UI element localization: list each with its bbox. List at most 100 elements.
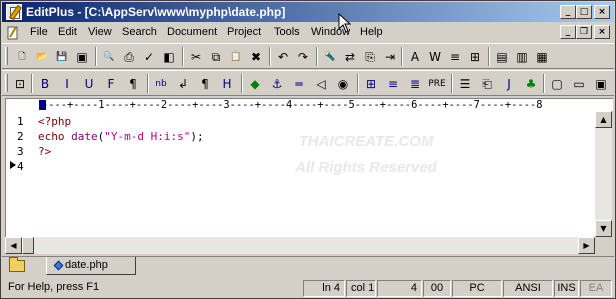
- javascript-icon[interactable]: J: [500, 75, 518, 93]
- horizontal-scrollbar[interactable]: ◀ ▶: [5, 237, 595, 254]
- scroll-up-button[interactable]: ▲: [595, 111, 612, 128]
- browser-view-icon[interactable]: ◧: [160, 48, 178, 66]
- input-icon[interactable]: ▭: [570, 75, 588, 93]
- mdi-minimize-button[interactable]: _: [560, 25, 576, 39]
- menu-help[interactable]: Help: [360, 26, 383, 38]
- scroll-down-button[interactable]: ▼: [595, 220, 612, 237]
- menu-tools[interactable]: Tools: [274, 26, 300, 38]
- line-number: 2: [17, 130, 24, 143]
- pilcrow-icon[interactable]: ¶: [196, 75, 214, 93]
- php-file-icon: [53, 260, 64, 271]
- close-button[interactable]: ×: [594, 5, 610, 19]
- menu-view[interactable]: View: [88, 26, 112, 38]
- undo-icon[interactable]: ↶: [274, 48, 292, 66]
- title-bar[interactable]: EditPlus - [C:\AppServ\www\myphp\date.ph…: [2, 2, 614, 22]
- scrollbar-corner: [595, 237, 612, 254]
- align-center-icon[interactable]: ≡: [384, 75, 402, 93]
- textarea-icon[interactable]: ▣: [592, 75, 610, 93]
- line-number: 3: [17, 145, 24, 158]
- editplus-app-icon[interactable]: [6, 4, 22, 20]
- word-wrap-icon[interactable]: W: [426, 48, 444, 66]
- status-line: ln 4: [303, 280, 345, 297]
- menu-document[interactable]: Document: [167, 26, 217, 38]
- find-icon[interactable]: 🔦: [321, 48, 339, 66]
- line-break-icon[interactable]: ↲: [174, 75, 192, 93]
- folder-icon[interactable]: [9, 257, 25, 272]
- line-number: 4: [17, 160, 24, 173]
- comment-icon[interactable]: ◁: [312, 75, 330, 93]
- pre-icon[interactable]: PRE: [428, 75, 446, 93]
- script-icon[interactable]: ⎗: [478, 75, 496, 93]
- paste-icon[interactable]: 📋: [227, 48, 245, 66]
- italic-icon[interactable]: I: [58, 75, 76, 93]
- save-icon[interactable]: 💾: [53, 48, 71, 66]
- image-icon[interactable]: ◉: [334, 75, 352, 93]
- heading-icon[interactable]: H: [218, 75, 236, 93]
- maximize-button[interactable]: □: [576, 5, 592, 19]
- new-file-icon[interactable]: 🗋: [13, 48, 31, 66]
- status-file-format[interactable]: PC: [452, 280, 502, 297]
- hr-icon[interactable]: ═: [290, 75, 308, 93]
- align-right-icon[interactable]: ≣: [406, 75, 424, 93]
- print-preview-icon[interactable]: 🔍: [100, 48, 118, 66]
- menu-file[interactable]: File: [30, 26, 48, 38]
- scroll-left-button[interactable]: ◀: [5, 237, 22, 254]
- ruler-scale: ----+----1----+----2----+----3----+----4…: [42, 99, 543, 111]
- open-folder-icon[interactable]: 📂: [33, 48, 51, 66]
- copy-icon[interactable]: ⧉: [207, 48, 225, 66]
- font-tag-icon[interactable]: F: [102, 75, 120, 93]
- color-icon[interactable]: ◆: [246, 75, 264, 93]
- horizontal-scroll-thumb[interactable]: [22, 237, 34, 254]
- line-number-icon[interactable]: ≡: [446, 48, 464, 66]
- replace-icon[interactable]: ⇄: [341, 48, 359, 66]
- html-toolbar-icon[interactable]: ⊡: [11, 75, 29, 93]
- paragraph-icon[interactable]: ¶: [124, 75, 142, 93]
- find-in-files-icon[interactable]: ⎘: [361, 48, 379, 66]
- toolbar-separator: [488, 47, 490, 66]
- status-bar: For Help, press F1 ln 4 col 1 4 00 PC AN…: [2, 278, 614, 298]
- nbsp-icon[interactable]: nb: [152, 75, 170, 93]
- mdi-close-button[interactable]: ×: [594, 25, 610, 39]
- save-all-icon[interactable]: ▣: [73, 48, 91, 66]
- html-toolbar: ⊡ B I U F ¶ nb ↲ ¶ H ◆ ⚓ ═ ◁ ◉ ⊞ ≡ ≣ PRE ☰ ⎗ J ♣ ▢ ▭ ▣: [2, 70, 614, 96]
- menu-search[interactable]: Search: [122, 26, 157, 38]
- code-line[interactable]: ?>: [38, 145, 51, 158]
- print-icon[interactable]: ⎙: [120, 48, 138, 66]
- mdi-restore-button[interactable]: ❐: [576, 25, 592, 39]
- scroll-right-button[interactable]: ▶: [578, 237, 595, 254]
- toolbar-separator: [95, 47, 97, 66]
- cut-icon[interactable]: ✂: [187, 48, 205, 66]
- minimize-button[interactable]: _: [560, 5, 576, 19]
- toolbar-grip[interactable]: [5, 47, 8, 65]
- toolbar-grip[interactable]: [5, 74, 8, 92]
- code-editor[interactable]: 1 2 3 4 THAICREATE.COM All Rights Reserv…: [5, 111, 595, 237]
- code-token: <?php: [38, 115, 72, 128]
- anchor-icon[interactable]: ⚓: [268, 75, 286, 93]
- underline-icon[interactable]: U: [80, 75, 98, 93]
- delete-icon[interactable]: ✖: [247, 48, 265, 66]
- font-icon[interactable]: A: [406, 48, 424, 66]
- goto-line-icon[interactable]: ⇥: [381, 48, 399, 66]
- status-encoding[interactable]: ANSI: [503, 280, 553, 297]
- spell-check-icon[interactable]: ✓: [140, 48, 158, 66]
- list-icon[interactable]: ☰: [456, 75, 474, 93]
- file-tab-date-php[interactable]: date.php: [46, 257, 136, 275]
- document-pen-icon[interactable]: [6, 26, 20, 40]
- redo-icon[interactable]: ↷: [294, 48, 312, 66]
- toolbar-separator: [543, 74, 545, 93]
- table-icon[interactable]: ⊞: [362, 75, 380, 93]
- directory-window-icon[interactable]: ▥: [513, 48, 531, 66]
- menu-project[interactable]: Project: [227, 26, 261, 38]
- css-icon[interactable]: ♣: [522, 75, 540, 93]
- column-marker-icon[interactable]: ⊞: [466, 48, 484, 66]
- cliptext-icon[interactable]: ▤: [493, 48, 511, 66]
- code-line[interactable]: <?php: [38, 115, 71, 128]
- toolbar-separator: [182, 47, 184, 66]
- form-icon[interactable]: ▢: [548, 75, 566, 93]
- code-line[interactable]: echo date("Y-m-d H:i:s");: [38, 130, 204, 143]
- status-ext: EA: [580, 280, 612, 297]
- vertical-scrollbar[interactable]: ▲ ▼: [595, 111, 612, 237]
- extra-icon[interactable]: ▦: [533, 48, 551, 66]
- bold-icon[interactable]: B: [36, 75, 54, 93]
- menu-edit[interactable]: Edit: [58, 26, 77, 38]
